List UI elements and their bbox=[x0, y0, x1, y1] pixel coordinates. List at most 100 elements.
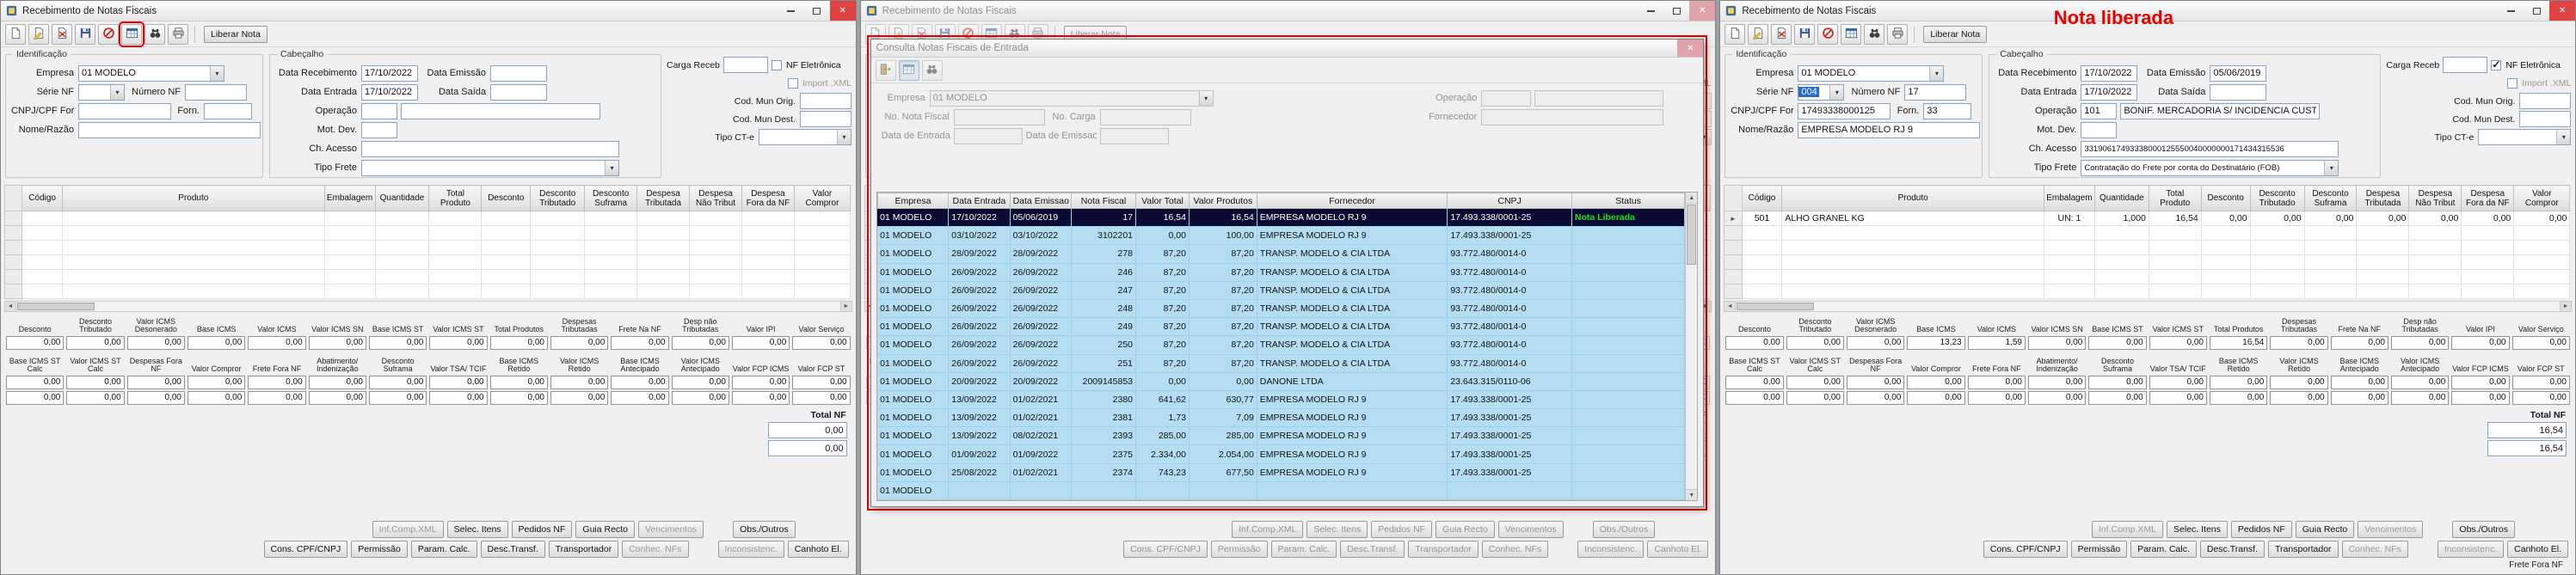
search-icon-button[interactable] bbox=[1864, 24, 1884, 45]
items-column-header[interactable]: Despesa Não Tribut bbox=[2409, 186, 2462, 211]
footer-button-param-calc-[interactable]: Param. Calc. bbox=[2130, 541, 2197, 558]
modal-row[interactable]: 01 MODELO26/09/202226/09/202224987,2087,… bbox=[877, 318, 1685, 336]
totals-value-box[interactable]: 0,00 bbox=[2088, 391, 2146, 405]
items-column-header[interactable]: Código bbox=[1742, 186, 1782, 211]
nf-eletronica-checkbox[interactable]: NF Eletrônica bbox=[2491, 58, 2561, 72]
modal-column-header[interactable]: Valor Produtos bbox=[1189, 193, 1257, 209]
items-column-header[interactable]: Desconto Suframa bbox=[585, 186, 637, 211]
items-hscrollbar[interactable]: ◄ ► bbox=[1724, 301, 2572, 312]
items-column-header[interactable]: Produto bbox=[63, 186, 325, 211]
totals-value-box[interactable]: 0,00 bbox=[2331, 376, 2388, 389]
totals-value-box[interactable]: 0,00 bbox=[429, 391, 487, 405]
scroll-right-icon[interactable]: ► bbox=[840, 302, 851, 311]
items-column-header[interactable]: Despesa Fora da NF bbox=[2462, 186, 2514, 211]
totals-value-box[interactable]: 0,00 bbox=[2088, 336, 2146, 350]
forn-input[interactable] bbox=[204, 103, 252, 119]
items-column-header[interactable]: Quantidade bbox=[2094, 186, 2149, 211]
totals-value-box[interactable]: 0,00 bbox=[2270, 336, 2327, 350]
totals-value-box[interactable]: 0,00 bbox=[1847, 376, 1904, 389]
numero-nf-input[interactable] bbox=[185, 84, 247, 101]
totals-value-box[interactable]: 0,00 bbox=[2088, 376, 2146, 389]
totals-value-box[interactable]: 0,00 bbox=[732, 376, 790, 389]
totals-value-box[interactable]: 0,00 bbox=[1786, 376, 1844, 389]
consult-notes-icon-button[interactable] bbox=[899, 60, 919, 81]
totals-value-box[interactable]: 0,00 bbox=[66, 376, 124, 389]
mot-dev-input[interactable] bbox=[2081, 122, 2117, 138]
items-table[interactable]: CódigoProdutoEmbalagemQuantidadeTotal Pr… bbox=[1724, 185, 2570, 299]
totals-value-box[interactable]: 1,59 bbox=[1968, 336, 2026, 350]
totals-value-box[interactable]: 0,00 bbox=[1725, 391, 1783, 405]
footer-button-transportador[interactable]: Transportador bbox=[549, 541, 619, 558]
totals-value-box[interactable]: 0,00 bbox=[2331, 336, 2388, 350]
data-recebimento-input[interactable]: 17/10/2022 bbox=[2081, 65, 2137, 82]
totals-value-box[interactable]: 0,00 bbox=[188, 376, 245, 389]
totals-value-box[interactable]: 0,00 bbox=[2512, 391, 2570, 405]
cod-mun-dest-input[interactable] bbox=[2519, 111, 2571, 127]
modal-column-header[interactable]: Fornecedor bbox=[1257, 193, 1448, 209]
import-xml-checkbox[interactable]: Import .XML bbox=[788, 76, 851, 90]
items-column-header[interactable]: Código bbox=[22, 186, 63, 211]
items-row[interactable] bbox=[1725, 255, 2570, 270]
print-icon-button[interactable] bbox=[168, 24, 188, 45]
cnpj-cpf-forn-input[interactable]: 17493338000125 bbox=[1798, 103, 1891, 119]
minimize-button[interactable] bbox=[2498, 1, 2524, 21]
operacao-descricao-input[interactable]: BONIF. MERCADORIA S/ INCIDENCIA CUSTO bbox=[2120, 103, 2320, 119]
modal-no-carga-input[interactable] bbox=[1100, 109, 1191, 125]
footer-button-pedidos-nf[interactable]: Pedidos NF bbox=[512, 521, 573, 538]
footer-button-obs-outros[interactable]: Obs./Outros bbox=[733, 521, 796, 538]
footer-button-desc-transf-[interactable]: Desc.Transf. bbox=[481, 541, 545, 558]
modal-empresa-select[interactable]: 01 MODELO▾ bbox=[930, 90, 1214, 107]
footer-button-param-calc-[interactable]: Param. Calc. bbox=[1271, 541, 1337, 558]
totals-value-box[interactable]: 0,00 bbox=[6, 376, 64, 389]
cancel-icon-button[interactable] bbox=[1817, 24, 1838, 45]
modal-data-entrada-input[interactable] bbox=[954, 128, 1023, 144]
footer-button-selec-itens[interactable]: Selec. Itens bbox=[2167, 521, 2228, 538]
items-row[interactable] bbox=[5, 211, 851, 226]
totals-value-box[interactable]: 0,00 bbox=[429, 376, 487, 389]
footer-button-transportador[interactable]: Transportador bbox=[2268, 541, 2339, 558]
totals-value-box[interactable]: 0,00 bbox=[2512, 336, 2570, 350]
liberar-nota-button[interactable]: Liberar Nota bbox=[204, 26, 267, 43]
titlebar[interactable]: Recebimento de Notas Fiscais ✕ bbox=[861, 1, 1716, 21]
totals-value-box[interactable]: 0,00 bbox=[188, 336, 245, 350]
tipo-frete-select[interactable]: ▾ bbox=[361, 160, 619, 176]
carga-receb-input[interactable] bbox=[2443, 57, 2487, 73]
import-xml-checkbox[interactable]: Import .XML bbox=[2507, 76, 2571, 90]
totals-value-box[interactable]: 0,00 bbox=[2270, 391, 2327, 405]
footer-button-pedidos-nf[interactable]: Pedidos NF bbox=[2231, 521, 2292, 538]
close-button[interactable]: ✕ bbox=[1689, 1, 1715, 21]
modal-column-header[interactable]: Status bbox=[1571, 193, 1684, 209]
tipo-cte-select[interactable]: ▾ bbox=[759, 129, 851, 145]
totals-value-box[interactable]: 0,00 bbox=[369, 391, 427, 405]
modal-row[interactable]: 01 MODELO17/10/202205/06/20191716,5416,5… bbox=[877, 209, 1685, 227]
carga-receb-input[interactable] bbox=[723, 57, 768, 73]
modal-results-table[interactable]: EmpresaData EntradaData EmissaoNota Fisc… bbox=[877, 193, 1686, 500]
empresa-select[interactable]: 01 MODELO▾ bbox=[78, 65, 224, 82]
modal-close-button[interactable]: ✕ bbox=[1677, 40, 1703, 57]
totals-value-box[interactable]: 0,00 bbox=[1907, 391, 1964, 405]
edit-note-icon-button[interactable] bbox=[1748, 24, 1768, 45]
minimize-button[interactable] bbox=[1638, 1, 1663, 21]
close-button[interactable]: ✕ bbox=[830, 1, 856, 21]
items-column-header[interactable]: Desconto bbox=[482, 186, 531, 211]
modal-vscrollbar[interactable]: ▲ ▼ bbox=[1685, 193, 1697, 500]
modal-row[interactable]: 01 MODELO13/09/202208/02/20212393285,002… bbox=[877, 427, 1685, 445]
maximize-button[interactable] bbox=[2524, 1, 2549, 21]
items-column-header[interactable]: Total Produto bbox=[429, 186, 482, 211]
close-button[interactable]: ✕ bbox=[2549, 1, 2575, 21]
totals-value-box[interactable]: 0,00 bbox=[672, 336, 729, 350]
totals-value-box[interactable]: 0,00 bbox=[550, 376, 608, 389]
items-column-header[interactable]: Desconto Tributado bbox=[531, 186, 585, 211]
totals-value-box[interactable]: 0,00 bbox=[127, 391, 185, 405]
totals-value-box[interactable]: 0,00 bbox=[2210, 391, 2267, 405]
totals-value-box[interactable]: 13,23 bbox=[1907, 336, 1964, 350]
modal-row[interactable]: 01 MODELO26/09/202226/09/202224787,2087,… bbox=[877, 281, 1685, 299]
modal-row[interactable]: 01 MODELO01/09/202201/09/202223752.334,0… bbox=[877, 445, 1685, 463]
totals-value-box[interactable]: 0,00 bbox=[2270, 376, 2327, 389]
scroll-down-icon[interactable]: ▼ bbox=[1686, 489, 1697, 500]
footer-button-permiss-o[interactable]: Permissão bbox=[2071, 541, 2128, 558]
items-column-header[interactable]: Despesa Fora da NF bbox=[741, 186, 794, 211]
minimize-button[interactable] bbox=[778, 1, 804, 21]
totals-value-box[interactable]: 0,00 bbox=[188, 391, 245, 405]
delete-note-icon-button[interactable] bbox=[52, 24, 72, 45]
